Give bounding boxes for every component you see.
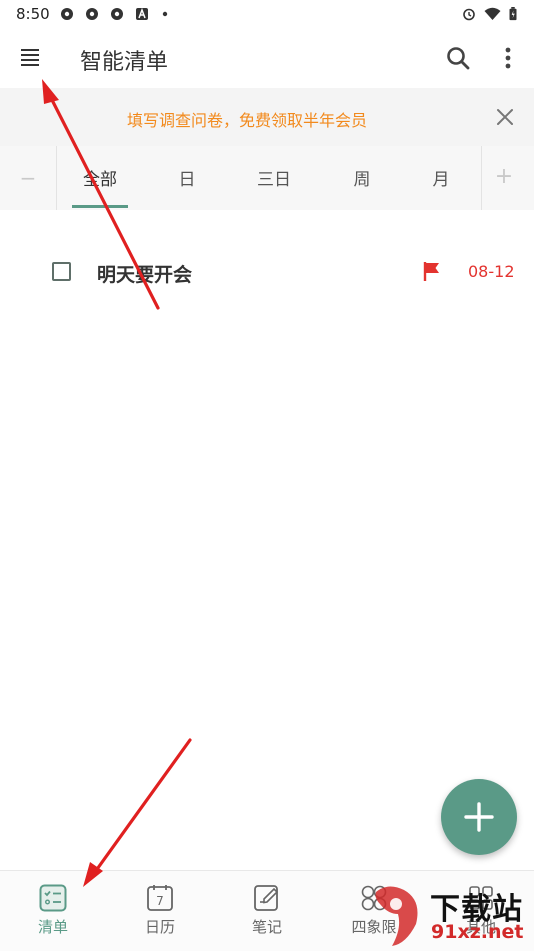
a-icon	[136, 7, 148, 20]
tab-week[interactable]: 周	[332, 165, 392, 190]
range-tabs: − 全部 日 三日 周 月 +	[0, 146, 534, 210]
survey-banner[interactable]: 填写调查问卷，免费领取半年会员	[0, 88, 534, 146]
app-icon	[61, 8, 73, 20]
zoom-out-button[interactable]: −	[18, 166, 38, 190]
app-icon	[111, 8, 123, 20]
tab-indicator	[72, 205, 128, 208]
task-checkbox[interactable]	[52, 262, 71, 281]
flag-icon[interactable]	[422, 260, 442, 282]
watermark-url: 91xz.net	[431, 921, 524, 943]
plus-icon	[464, 802, 494, 832]
app-icon	[86, 8, 98, 20]
nav-label: 笔记	[251, 918, 282, 936]
nav-item-list[interactable]: 清单	[8, 877, 98, 949]
checklist-icon	[39, 884, 67, 912]
divider	[481, 146, 482, 210]
menu-icon[interactable]	[18, 48, 44, 68]
nav-item-calendar[interactable]: 7 日历	[115, 877, 205, 949]
tab-day[interactable]: 日	[157, 165, 217, 190]
search-icon[interactable]	[444, 44, 472, 72]
divider	[56, 146, 57, 210]
nav-label: 日历	[144, 918, 175, 936]
status-time: 8:50	[16, 5, 50, 23]
tab-month[interactable]: 月	[411, 165, 471, 190]
page-title: 智能清单	[80, 50, 169, 75]
calendar-day: 7	[156, 894, 164, 908]
status-bar: 8:50	[0, 0, 534, 28]
arrow-to-list-tab	[83, 738, 192, 887]
nav-item-notes[interactable]: 笔记	[222, 877, 312, 949]
add-task-button[interactable]	[441, 779, 517, 855]
close-icon[interactable]	[492, 104, 518, 130]
nav-label: 清单	[37, 918, 68, 936]
note-edit-icon	[254, 885, 279, 911]
tab-three-day[interactable]: 三日	[244, 165, 304, 190]
list-item[interactable]: 明天要开会 08-12	[0, 238, 534, 304]
zoom-in-button[interactable]: +	[494, 164, 514, 189]
calendar-icon: 7	[147, 885, 173, 911]
tab-all[interactable]: 全部	[70, 165, 130, 190]
banner-text[interactable]: 填写调查问卷，免费领取半年会员	[0, 107, 494, 131]
dot-icon	[162, 11, 168, 17]
wifi-icon	[484, 7, 501, 20]
alarm-icon	[463, 8, 475, 21]
more-vert-icon[interactable]	[494, 44, 522, 72]
task-due-date: 08-12	[468, 262, 515, 281]
task-title: 明天要开会	[97, 264, 193, 286]
battery-icon	[509, 7, 517, 21]
toolbar: 智能清单	[0, 28, 534, 88]
